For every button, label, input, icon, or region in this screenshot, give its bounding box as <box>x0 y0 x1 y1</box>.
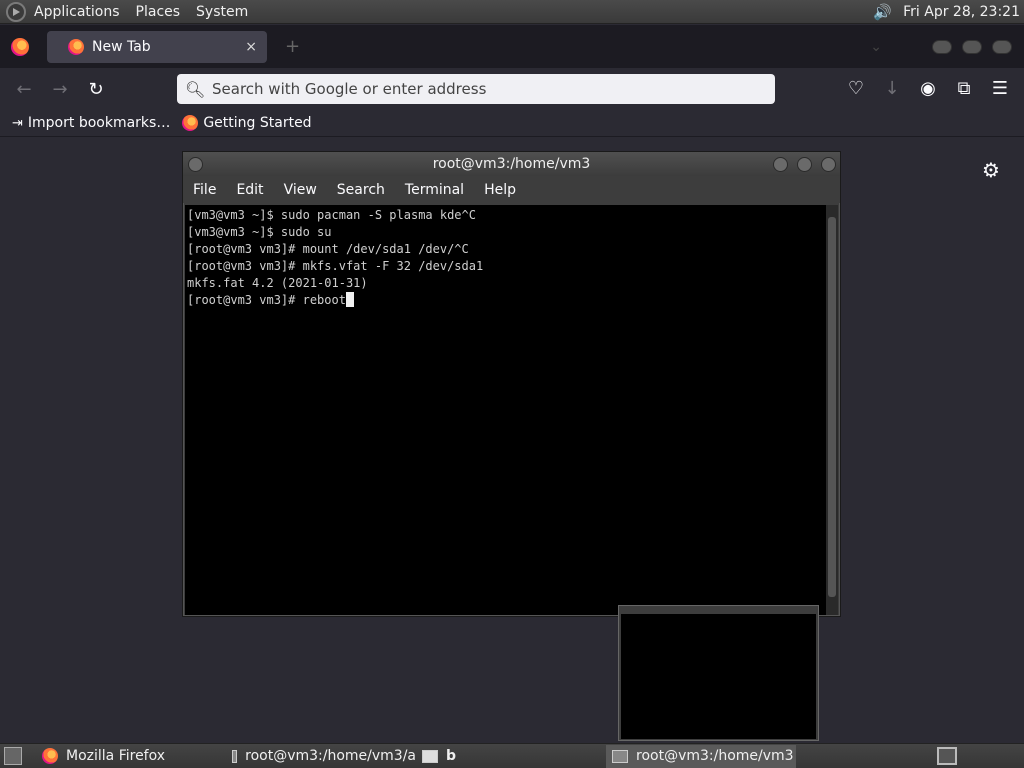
terminal-line: [root@vm3 vm3]# mount /dev/sda1 /dev/^C <box>187 242 469 256</box>
pocket-icon[interactable]: ♡ <box>838 72 874 104</box>
menu-search[interactable]: Search <box>327 182 395 198</box>
terminal-prompt-line: [root@vm3 vm3]# reboot <box>187 292 824 309</box>
menu-file[interactable]: File <box>183 182 226 198</box>
terminal-line: mkfs.fat 4.2 (2021-01-31) <box>187 276 368 290</box>
menu-view[interactable]: View <box>274 182 327 198</box>
maximize-icon[interactable] <box>797 157 812 172</box>
top-panel: Applications Places System 🔊 Fri Apr 28,… <box>0 0 1024 24</box>
forward-icon[interactable]: → <box>42 73 78 105</box>
nav-bar: ← → ↻ 🔍︎ Search with Google or enter add… <box>0 68 1024 110</box>
minimize-window-button[interactable] <box>932 39 952 54</box>
firefox-icon <box>182 115 199 131</box>
bookmarks-bar: ⇥ Import bookmarks… Getting Started <box>0 110 1024 137</box>
text-cursor <box>345 292 354 307</box>
tab-title: New Tab <box>92 38 151 55</box>
import-icon: ⇥ <box>12 115 23 131</box>
gear-icon[interactable]: ⚙ <box>982 158 1000 182</box>
firefox-icon <box>42 748 58 764</box>
menu-terminal[interactable]: Terminal <box>395 182 474 198</box>
show-desktop-icon[interactable] <box>4 747 22 765</box>
terminal-output[interactable]: [vm3@vm3 ~]$ sudo pacman -S plasma kde^C… <box>185 205 826 615</box>
applications-menu[interactable]: Applications <box>26 4 128 20</box>
terminal-menubar: File Edit View Search Terminal Help <box>183 176 840 203</box>
tab-strip: New Tab × + ⌄ <box>0 25 1024 68</box>
bookmark-getting-started[interactable]: Getting Started <box>182 115 312 131</box>
maximize-window-button[interactable] <box>962 39 982 54</box>
menu-edit[interactable]: Edit <box>226 182 273 198</box>
downloads-icon[interactable]: ↓ <box>874 72 910 104</box>
volume-icon[interactable]: 🔊 <box>873 3 893 21</box>
tab-new-tab[interactable]: New Tab × <box>47 30 267 63</box>
task-label: Mozilla Firefox <box>66 748 166 764</box>
extensions-icon[interactable]: ⧉ <box>946 72 982 104</box>
terminal-line: [vm3@vm3 ~]$ sudo su <box>187 225 332 239</box>
close-window-button[interactable] <box>992 39 1012 54</box>
keyboard-icon <box>422 749 438 763</box>
bottom-panel: Mozilla Firefox root@vm3:/home/vm3/a b r… <box>0 743 1024 768</box>
terminal-title: root@vm3:/home/vm3 <box>432 156 591 172</box>
menu-help[interactable]: Help <box>474 182 526 198</box>
task-label: b <box>446 748 457 764</box>
menu-icon[interactable]: ☰ <box>982 72 1018 104</box>
reload-icon[interactable]: ↻ <box>78 73 114 105</box>
window-menu-icon[interactable] <box>188 157 203 172</box>
workspace-switcher[interactable] <box>937 747 957 765</box>
new-tab-button[interactable]: + <box>285 36 300 57</box>
back-icon[interactable]: ← <box>6 73 42 105</box>
taskbar-item-terminal[interactable]: root@vm3:/home/vm3 <box>606 744 796 768</box>
system-menu[interactable]: System <box>188 4 256 20</box>
terminal-icon <box>612 749 628 763</box>
task-label: root@vm3:/home/vm3/a <box>245 748 416 764</box>
firefox-icon <box>68 38 84 55</box>
gnome-foot-icon[interactable] <box>6 1 26 22</box>
terminal-line: [root@vm3 vm3]# mkfs.vfat -F 32 /dev/sda… <box>187 259 484 273</box>
task-label: root@vm3:/home/vm3 <box>636 748 794 764</box>
close-tab-icon[interactable]: × <box>245 39 257 55</box>
firefox-view-icon[interactable] <box>11 37 29 56</box>
clock[interactable]: Fri Apr 28, 23:21 <box>903 4 1020 20</box>
terminal-command: [root@vm3 vm3]# reboot <box>187 293 346 307</box>
bookmark-label: Import bookmarks… <box>27 115 171 131</box>
account-icon[interactable]: ◉ <box>910 72 946 104</box>
search-icon: 🔍︎ <box>185 80 206 99</box>
terminal-icon <box>232 749 238 763</box>
window-preview-thumbnail <box>618 605 819 741</box>
terminal-window[interactable]: root@vm3:/home/vm3 File Edit View Search… <box>182 151 841 617</box>
terminal-titlebar[interactable]: root@vm3:/home/vm3 <box>183 152 840 176</box>
bookmark-import[interactable]: ⇥ Import bookmarks… <box>12 115 170 131</box>
scrollbar-thumb[interactable] <box>828 217 836 597</box>
terminal-scrollbar[interactable] <box>826 205 838 615</box>
taskbar-item-b[interactable]: b <box>416 745 606 768</box>
bookmark-label: Getting Started <box>203 115 312 131</box>
taskbar-item-terminal-a[interactable]: root@vm3:/home/vm3/a <box>226 745 416 768</box>
taskbar-item-firefox[interactable]: Mozilla Firefox <box>36 745 226 768</box>
terminal-line: [vm3@vm3 ~]$ sudo pacman -S plasma kde^C <box>187 208 476 222</box>
tab-list-icon[interactable]: ⌄ <box>870 39 882 55</box>
url-placeholder: Search with Google or enter address <box>212 80 487 98</box>
minimize-icon[interactable] <box>773 157 788 172</box>
url-bar[interactable]: 🔍︎ Search with Google or enter address <box>177 74 775 104</box>
places-menu[interactable]: Places <box>128 4 189 20</box>
close-icon[interactable] <box>821 157 836 172</box>
preview-terminal-image <box>621 614 816 739</box>
